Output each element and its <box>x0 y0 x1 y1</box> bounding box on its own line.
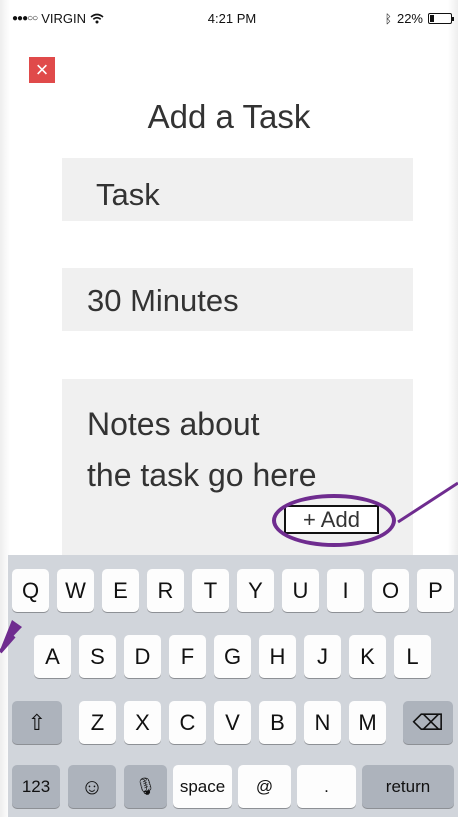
key-l[interactable]: L <box>394 635 431 678</box>
key-e[interactable]: E <box>102 569 139 612</box>
key-v[interactable]: V <box>214 701 251 744</box>
key-d[interactable]: D <box>124 635 161 678</box>
key-a[interactable]: A <box>34 635 71 678</box>
at-key[interactable]: @ <box>238 765 291 808</box>
key-p[interactable]: P <box>417 569 454 612</box>
battery-icon <box>428 13 454 24</box>
key-g[interactable]: G <box>214 635 251 678</box>
status-bar: ●●●○○ VIRGIN 4:21 PM ᛒ 22% <box>12 8 454 30</box>
close-button[interactable]: × <box>29 57 55 83</box>
status-right: ᛒ 22% <box>384 11 454 26</box>
key-i[interactable]: I <box>327 569 364 612</box>
key-y[interactable]: Y <box>237 569 274 612</box>
key-q[interactable]: Q <box>12 569 49 612</box>
key-h[interactable]: H <box>259 635 296 678</box>
key-c[interactable]: C <box>169 701 206 744</box>
key-w[interactable]: W <box>57 569 94 612</box>
key-f[interactable]: F <box>169 635 206 678</box>
key-x[interactable]: X <box>124 701 161 744</box>
notes-placeholder: Notes about the task go here <box>87 406 317 493</box>
microphone-key[interactable]: 🎙 <box>124 765 167 808</box>
period-key[interactable]: . <box>297 765 356 808</box>
key-j[interactable]: J <box>304 635 341 678</box>
annotation-highlight-circle <box>272 494 396 547</box>
shift-key[interactable]: ⇧ <box>12 701 62 744</box>
key-n[interactable]: N <box>304 701 341 744</box>
key-r[interactable]: R <box>147 569 184 612</box>
space-key[interactable]: space <box>173 765 232 808</box>
task-name-input[interactable]: Task <box>62 158 413 221</box>
bluetooth-icon: ᛒ <box>384 11 392 26</box>
battery-percent: 22% <box>396 11 423 26</box>
delete-key[interactable]: ⌫ <box>403 701 453 744</box>
key-s[interactable]: S <box>79 635 116 678</box>
return-key[interactable]: return <box>362 765 454 808</box>
key-b[interactable]: B <box>259 701 296 744</box>
key-m[interactable]: M <box>349 701 386 744</box>
key-k[interactable]: K <box>349 635 386 678</box>
onscreen-keyboard: Q W E R T Y U I O P A S D F G H J K L ⇧ Z X C V B N M ⌫ 123 ☺ 🎙 space @.… <box>8 555 458 817</box>
numbers-key[interactable]: 123 <box>12 765 60 808</box>
key-z[interactable]: Z <box>79 701 116 744</box>
duration-input[interactable]: 30 Minutes <box>62 268 413 331</box>
key-u[interactable]: U <box>282 569 319 612</box>
page-title: Add a Task <box>147 98 311 135</box>
key-o[interactable]: O <box>372 569 409 612</box>
add-task-screen: ●●●○○ VIRGIN 4:21 PM ᛒ 22% × Add a Task … <box>0 0 458 817</box>
emoji-key[interactable]: ☺ <box>68 765 116 808</box>
key-t[interactable]: T <box>192 569 229 612</box>
